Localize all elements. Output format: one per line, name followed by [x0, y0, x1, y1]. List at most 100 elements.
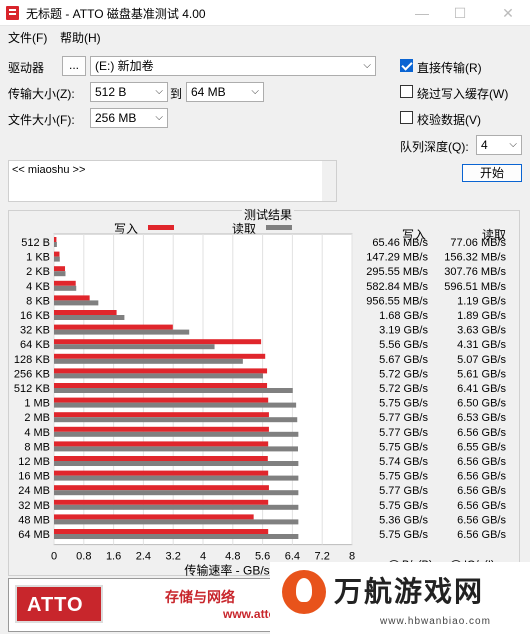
results-chart: 0 0.8 1.6 2.4 3.2 4 4.8 5.6 6.4 7.2 8 传输速率 - GB/s 51… [14, 233, 506, 578]
read-value: 596.51 MB/s [444, 281, 506, 293]
y-tick-label: 1 KB [26, 252, 50, 264]
read-bar [54, 534, 299, 539]
read-value: 6.55 GB/s [457, 441, 506, 453]
write-bar [54, 339, 262, 345]
read-bar [54, 490, 299, 496]
read-bar [54, 242, 57, 247]
read-bar [54, 504, 299, 510]
y-tick-label: 128 KB [14, 354, 50, 366]
write-bar [54, 426, 269, 432]
banner-slogan: 存储与网络 [165, 590, 235, 606]
write-bar [54, 251, 60, 257]
write-value: 5.75 GB/s [379, 529, 428, 541]
y-tick-label: 1 MB [24, 398, 50, 410]
x-tick-label: 3.2 [166, 551, 181, 563]
write-value: 5.77 GB/s [379, 427, 428, 439]
read-bar [54, 271, 66, 277]
read-value: 6.56 GB/s [457, 456, 506, 468]
read-value: 1.19 GB/s [457, 295, 506, 307]
x-tick-label: 4 [200, 551, 206, 563]
site-watermark: 万航游戏网 www.hbwanbiao.com [270, 562, 530, 634]
write-value: 5.77 GB/s [379, 485, 428, 497]
read-bar [54, 344, 215, 350]
read-value: 6.56 GB/s [457, 471, 506, 483]
read-value: 5.61 GB/s [457, 368, 506, 380]
y-tick-label: 8 KB [26, 295, 50, 307]
read-bar [54, 315, 125, 320]
write-bar [54, 295, 90, 301]
read-value: 1.89 GB/s [457, 310, 506, 322]
write-value: 295.55 MB/s [366, 266, 428, 278]
read-value: 5.07 GB/s [457, 354, 506, 366]
write-value: 5.75 GB/s [379, 398, 428, 410]
read-bar [54, 329, 190, 335]
flame-icon [282, 570, 326, 614]
write-bar [54, 383, 268, 388]
read-bar [54, 431, 299, 437]
x-tick-label: 1.6 [106, 551, 121, 563]
read-value: 6.56 GB/s [457, 529, 506, 541]
watermark-title: 万航游戏网 [334, 576, 485, 607]
write-value: 1.68 GB/s [379, 310, 428, 322]
x-tick-label: 0.8 [76, 551, 91, 563]
read-bar [54, 388, 293, 393]
y-tick-label: 512 B [21, 237, 50, 249]
read-value: 3.63 GB/s [457, 325, 506, 337]
read-bar [54, 300, 99, 306]
x-tick-label: 4.8 [225, 551, 240, 563]
x-tick-label: 0 [51, 551, 57, 563]
x-tick-label: 2.4 [136, 551, 151, 563]
read-bar [54, 446, 298, 452]
y-tick-label: 32 KB [20, 325, 50, 337]
read-value: 4.31 GB/s [457, 339, 506, 351]
y-tick-label: 256 KB [14, 368, 50, 380]
read-bar [54, 417, 298, 423]
x-tick-label: 6.4 [285, 551, 300, 563]
read-value: 6.50 GB/s [457, 398, 506, 410]
read-value: 6.56 GB/s [457, 514, 506, 526]
write-value: 5.74 GB/s [379, 456, 428, 468]
read-bar [54, 475, 299, 481]
write-bar [54, 266, 66, 272]
x-tick-label: 5.6 [255, 551, 270, 563]
write-value: 147.29 MB/s [366, 252, 428, 264]
atto-banner[interactable]: ATTO 存储与网络 www.atto [8, 578, 278, 632]
banner-url: www.atto [223, 607, 276, 621]
write-value: 5.75 GB/s [379, 500, 428, 512]
write-value: 582.84 MB/s [366, 281, 428, 293]
write-value: 3.19 GB/s [379, 325, 428, 337]
y-tick-label: 16 MB [18, 471, 50, 483]
read-bar [54, 402, 297, 408]
read-bar [54, 373, 263, 379]
write-bar [54, 485, 269, 491]
write-value: 956.55 MB/s [366, 295, 428, 307]
x-tick-label: 7.2 [315, 551, 330, 563]
write-bar [54, 529, 269, 534]
write-value: 5.72 GB/s [379, 368, 428, 380]
read-value: 307.76 MB/s [444, 266, 506, 278]
y-tick-label: 24 MB [18, 485, 50, 497]
y-tick-label: 8 MB [24, 441, 50, 453]
write-value: 5.67 GB/s [379, 354, 428, 366]
y-tick-label: 4 KB [26, 281, 50, 293]
write-bar [54, 470, 269, 476]
write-bar [54, 280, 76, 286]
y-tick-label: 12 MB [18, 456, 50, 468]
write-bar [54, 324, 173, 330]
y-tick-label: 48 MB [18, 514, 50, 526]
write-bar [54, 397, 269, 403]
write-bar [54, 514, 254, 520]
y-tick-label: 512 KB [14, 383, 50, 395]
y-tick-label: 2 MB [24, 412, 50, 424]
watermark-url: www.hbwanbiao.com [380, 616, 491, 627]
atto-logo: ATTO [15, 585, 103, 623]
write-value: 5.72 GB/s [379, 383, 428, 395]
atto-logo-text: ATTO [27, 594, 84, 616]
write-bar [54, 499, 269, 505]
read-bar [54, 256, 60, 262]
y-tick-label: 16 KB [20, 310, 50, 322]
read-bar [54, 358, 243, 364]
write-bar [54, 368, 268, 374]
write-bar [54, 456, 268, 461]
write-value: 5.56 GB/s [379, 339, 428, 351]
